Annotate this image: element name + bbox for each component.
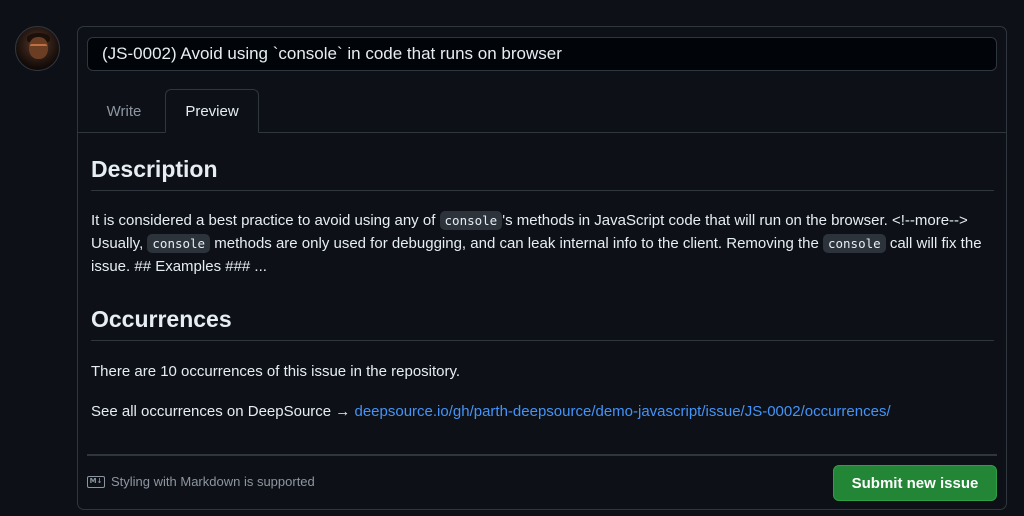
occurrences-heading: Occurrences — [91, 306, 232, 332]
submit-new-issue-button[interactable]: Submit new issue — [833, 465, 997, 501]
inline-code: console — [147, 234, 211, 253]
avatar-glasses — [30, 44, 47, 49]
markdown-hint[interactable]: M↓ Styling with Markdown is supported — [87, 474, 315, 489]
occurrences-link-line: See all occurrences on DeepSource → deep… — [91, 403, 891, 420]
heading-divider — [91, 340, 994, 341]
tab-write[interactable]: Write — [88, 89, 160, 133]
heading-divider — [91, 190, 994, 191]
issue-title-input[interactable]: (JS-0002) Avoid using `console` in code … — [87, 37, 997, 71]
markdown-hint-label: Styling with Markdown is supported — [111, 474, 315, 489]
markdown-icon: M↓ — [87, 475, 105, 488]
footer-divider — [87, 454, 997, 456]
inline-code: console — [822, 234, 886, 253]
tab-preview[interactable]: Preview — [165, 89, 259, 133]
description-text: It is considered a best practice to avoi… — [91, 211, 982, 275]
occurrences-link[interactable]: deepsource.io/gh/parth-deepsource/demo-j… — [354, 403, 890, 420]
occurrences-count: There are 10 occurrences of this issue i… — [91, 363, 461, 380]
inline-code: console — [439, 211, 503, 230]
user-avatar[interactable] — [15, 26, 60, 71]
description-heading: Description — [91, 156, 218, 182]
